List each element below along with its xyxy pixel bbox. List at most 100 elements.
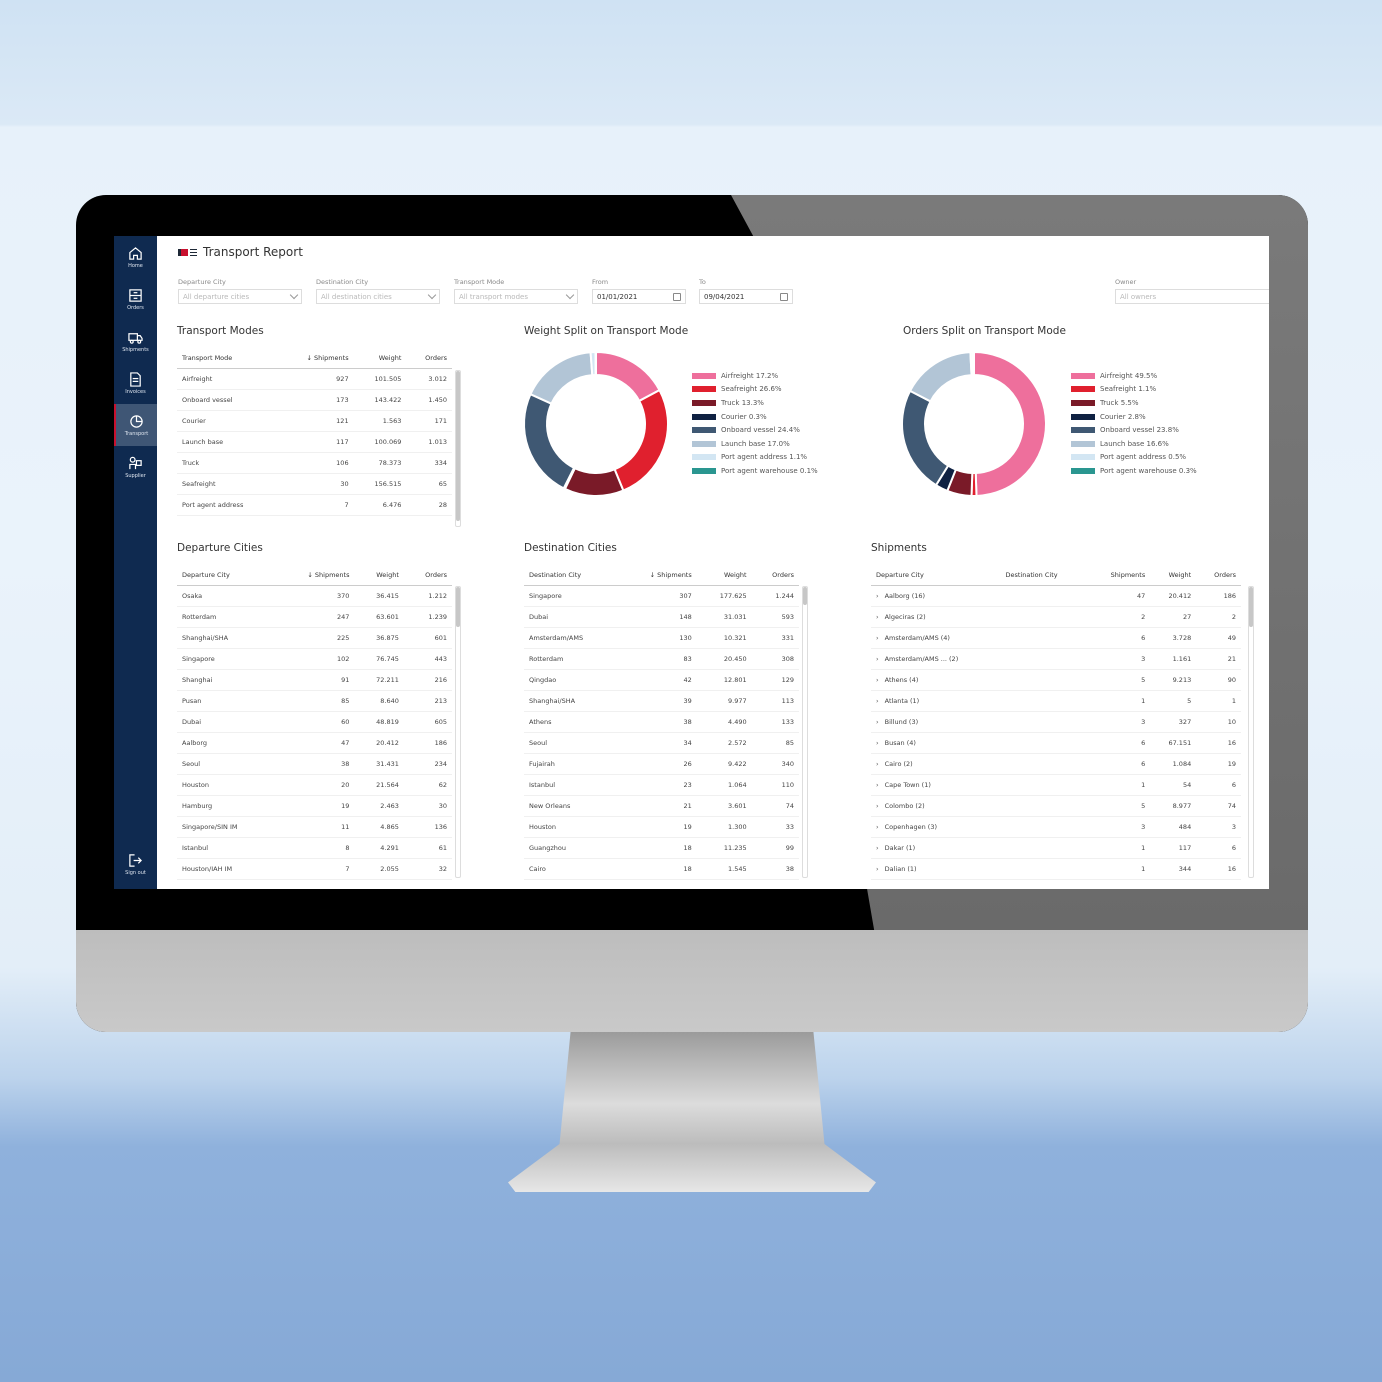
expand-chevron-icon[interactable]: ›	[876, 676, 879, 684]
shipments-scrollbar[interactable]	[1248, 586, 1254, 878]
destination-cities-scrollbar[interactable]	[802, 586, 808, 878]
to-date-input[interactable]: 09/04/2021	[699, 289, 793, 304]
column-header[interactable]: ↓ Shipments	[275, 565, 355, 586]
expand-chevron-icon[interactable]: ›	[876, 697, 879, 705]
legend-item[interactable]: Truck 5.5%	[1071, 396, 1197, 410]
expand-chevron-icon[interactable]: ›	[876, 844, 879, 852]
column-header[interactable]: Orders	[403, 565, 452, 586]
table-row[interactable]: Osaka 370 36.415 1.212	[177, 585, 452, 607]
table-row[interactable]: › Amsterdam/AMS ... (2) 3 1.161 21	[871, 648, 1241, 670]
table-row[interactable]: › Dakar (1) 1 117 6	[871, 837, 1241, 859]
column-header[interactable]: Orders	[406, 348, 452, 369]
table-row[interactable]: › Copenhagen (3) 3 484 3	[871, 816, 1241, 838]
column-header[interactable]: Departure City	[871, 565, 1001, 586]
legend-item[interactable]: Airfreight 49.5%	[1071, 369, 1197, 383]
table-row[interactable]: Istanbul 23 1.064 110	[524, 774, 799, 796]
table-row[interactable]: › Dalian (1) 1 344 16	[871, 858, 1241, 880]
legend-item[interactable]: Truck 13.3%	[692, 396, 818, 410]
table-row[interactable]: Airfreight 927 101.505 3.012	[177, 368, 452, 390]
legend-item[interactable]: Port agent warehouse 0.1%	[692, 464, 818, 478]
column-header[interactable]: Transport Mode	[177, 348, 280, 369]
destination-city-select[interactable]: All destination cities	[316, 289, 440, 304]
table-row[interactable]: Pusan 85 8.640 213	[177, 690, 452, 712]
column-header[interactable]: ↓ Shipments	[619, 565, 697, 586]
sidebar-item-shipments[interactable]: Shipments	[114, 320, 157, 362]
scrollbar-thumb[interactable]	[456, 587, 460, 627]
table-row[interactable]: › Amsterdam/AMS (4) 6 3.728 49	[871, 627, 1241, 649]
table-row[interactable]: Hamburg 19 2.463 30	[177, 795, 452, 817]
table-row[interactable]: Cairo 18 1.545 38	[524, 858, 799, 880]
departure-cities-scrollbar[interactable]	[455, 586, 461, 878]
sidebar-item-supplier[interactable]: Supplier	[114, 446, 157, 488]
table-row[interactable]: Dubai 148 31.031 593	[524, 606, 799, 628]
table-row[interactable]: Aalborg 47 20.412 186	[177, 732, 452, 754]
calendar-icon[interactable]	[673, 292, 681, 301]
legend-item[interactable]: Airfreight 17.2%	[692, 369, 818, 383]
table-row[interactable]: Singapore 307 177.625 1.244	[524, 585, 799, 607]
table-row[interactable]: Amsterdam/AMS 130 10.321 331	[524, 627, 799, 649]
column-header[interactable]: Weight	[1150, 565, 1197, 586]
table-row[interactable]: Athens 38 4.490 133	[524, 711, 799, 733]
expand-chevron-icon[interactable]: ›	[876, 739, 879, 747]
column-header[interactable]: Destination City	[524, 565, 620, 586]
transport-mode-select[interactable]: All transport modes	[454, 289, 578, 304]
column-header[interactable]: Destination City	[1000, 565, 1088, 586]
table-row[interactable]: Truck 106 78.373 334	[177, 452, 452, 474]
table-row[interactable]: Houston 19 1.300 33	[524, 816, 799, 838]
expand-chevron-icon[interactable]: ›	[876, 823, 879, 831]
table-row[interactable]: Courier 121 1.563 171	[177, 410, 452, 432]
legend-item[interactable]: Seafreight 26.6%	[692, 383, 818, 397]
table-row[interactable]: Seoul 38 31.431 234	[177, 753, 452, 775]
expand-chevron-icon[interactable]: ›	[876, 592, 879, 600]
sidebar-item-orders[interactable]: Orders	[114, 278, 157, 320]
legend-item[interactable]: Onboard vessel 24.4%	[692, 423, 818, 437]
legend-item[interactable]: Launch base 16.6%	[1071, 437, 1197, 451]
donut-slice-airfreight[interactable]	[595, 350, 661, 403]
table-row[interactable]: Singapore/SIN IM 11 4.865 136	[177, 816, 452, 838]
legend-item[interactable]: Launch base 17.0%	[692, 437, 818, 451]
donut-slice-onboard-vessel[interactable]	[901, 389, 950, 487]
table-row[interactable]: Istanbul 8 4.291 61	[177, 837, 452, 859]
table-row[interactable]: Qingdao 42 12.801 129	[524, 669, 799, 691]
table-row[interactable]: › Athens (4) 5 9.213 90	[871, 669, 1241, 691]
table-row[interactable]: Rotterdam 247 63.601 1.239	[177, 606, 452, 628]
table-row[interactable]: › Cape Town (1) 1 54 6	[871, 774, 1241, 796]
legend-item[interactable]: Port agent address 1.1%	[692, 451, 818, 465]
table-row[interactable]: Houston 20 21.564 62	[177, 774, 452, 796]
expand-chevron-icon[interactable]: ›	[876, 634, 879, 642]
legend-item[interactable]: Onboard vessel 23.8%	[1071, 423, 1197, 437]
legend-item[interactable]: Port agent warehouse 0.3%	[1071, 464, 1197, 478]
table-row[interactable]: Rotterdam 83 20.450 308	[524, 648, 799, 670]
scrollbar-thumb[interactable]	[456, 371, 460, 521]
table-row[interactable]: › Atlanta (1) 1 5 1	[871, 690, 1241, 712]
column-header[interactable]: Orders	[751, 565, 799, 586]
table-row[interactable]: › Algeciras (2) 2 27 2	[871, 606, 1241, 628]
table-row[interactable]: › Cairo (2) 6 1.084 19	[871, 753, 1241, 775]
table-row[interactable]: Launch base 117 100.069 1.013	[177, 431, 452, 453]
column-header[interactable]: Weight	[696, 565, 752, 586]
expand-chevron-icon[interactable]: ›	[876, 865, 879, 873]
expand-chevron-icon[interactable]: ›	[876, 718, 879, 726]
legend-item[interactable]: Port agent address 0.5%	[1071, 451, 1197, 465]
expand-chevron-icon[interactable]: ›	[876, 802, 879, 810]
table-row[interactable]: Guangzhou 18 11.235 99	[524, 837, 799, 859]
legend-item[interactable]: Courier 2.8%	[1071, 410, 1197, 424]
table-row[interactable]: Seoul 34 2.572 85	[524, 732, 799, 754]
donut-slice-launch-base[interactable]	[908, 351, 973, 403]
table-row[interactable]: › Colombo (2) 5 8.977 74	[871, 795, 1241, 817]
donut-slice-airfreight[interactable]	[973, 350, 1047, 497]
sidebar-item-invoices[interactable]: Invoices	[114, 362, 157, 404]
table-row[interactable]: Port agent address 7 6.476 28	[177, 494, 452, 516]
table-row[interactable]: New Orleans 21 3.601 74	[524, 795, 799, 817]
table-row[interactable]: Onboard vessel 173 143.422 1.450	[177, 389, 452, 411]
calendar-icon[interactable]	[780, 292, 788, 301]
sign-out-button[interactable]: Sign out	[114, 843, 157, 885]
donut-slice-launch-base[interactable]	[529, 351, 594, 406]
donut-slice-onboard-vessel[interactable]	[523, 392, 576, 490]
column-header[interactable]: Orders	[1196, 565, 1241, 586]
donut-slice-port-agent-warehouse[interactable]	[971, 350, 975, 377]
column-header[interactable]: Weight	[353, 348, 407, 369]
departure-city-select[interactable]: All departure cities	[178, 289, 302, 304]
expand-chevron-icon[interactable]: ›	[876, 655, 879, 663]
column-header[interactable]: Shipments	[1087, 565, 1151, 586]
